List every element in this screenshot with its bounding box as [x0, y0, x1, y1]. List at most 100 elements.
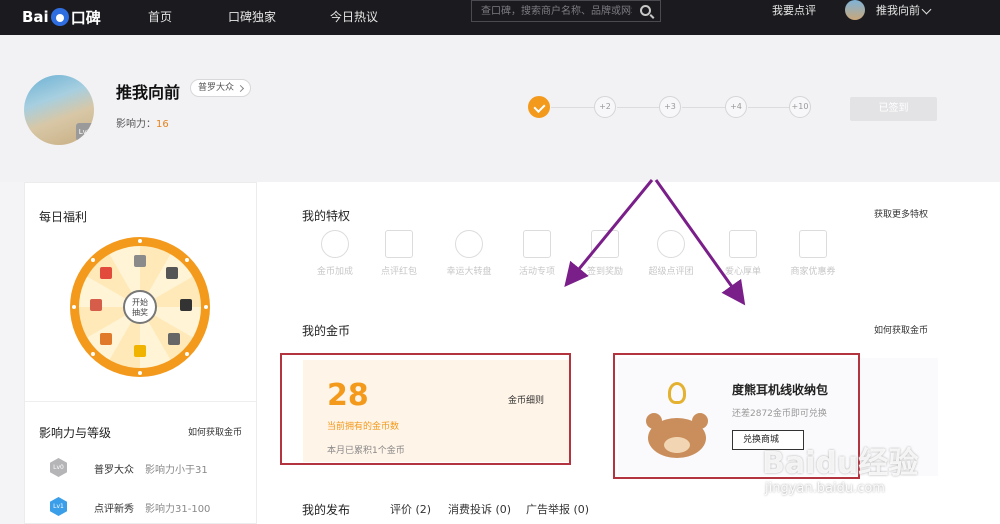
- start-draw-button[interactable]: 开始 抽奖: [123, 290, 157, 324]
- nav-hot[interactable]: 今日热议: [330, 0, 378, 35]
- diamond-icon: [523, 230, 551, 258]
- coupon-prize-icon: [90, 299, 102, 311]
- wheel-light: [138, 239, 142, 243]
- privilege-label: 金币加成: [316, 267, 353, 277]
- lucky-wheel-icon: [455, 230, 483, 258]
- step-connector: [748, 107, 792, 108]
- wheel-light: [91, 352, 95, 356]
- pub-ad-reports-tab[interactable]: 广告举报 (0): [526, 501, 589, 517]
- nav-exclusive[interactable]: 口碑独家: [228, 0, 276, 35]
- step-connector: [617, 107, 661, 108]
- paw-icon: [50, 8, 69, 26]
- level-desc: 影响力小于31: [145, 465, 208, 476]
- privilege-label: 点评红包: [380, 267, 417, 277]
- heart-list-icon: [729, 230, 757, 258]
- checkin-done-check-icon: [528, 96, 550, 118]
- left-sidebar: 每日福利 开始 抽奖 影响力与等级 如何获取金币 Lv0 普罗大众 影响力小于31…: [24, 182, 257, 524]
- baidu-koubei-logo[interactable]: Bai 口碑: [22, 4, 101, 30]
- how-to-get-coins-link[interactable]: 如何获取金币: [874, 323, 928, 336]
- privilege-label: 超级点评团: [648, 267, 694, 277]
- phone-prize-icon: [166, 267, 178, 279]
- how-to-get-coins-link[interactable]: 如何获取金币: [188, 425, 242, 438]
- coin-prize-icon: [134, 345, 146, 357]
- device-prize-icon: [180, 299, 192, 311]
- profile-avatar[interactable]: Lv0: [24, 75, 94, 145]
- coins-title: 我的金币: [302, 324, 351, 338]
- privilege-label: 商家优惠券: [790, 267, 836, 277]
- redpacket-prize-icon: [100, 267, 112, 279]
- more-privileges-link[interactable]: 获取更多特权: [874, 207, 928, 220]
- lottery-wheel[interactable]: 开始 抽奖: [70, 237, 210, 377]
- level-name: 点评新秀: [94, 504, 134, 515]
- privilege-item[interactable]: 爱心厚单: [713, 230, 773, 277]
- influence-level-title: 影响力与等级: [39, 426, 112, 440]
- privilege-label: 幸运大转盘: [446, 267, 492, 277]
- wheel-light: [185, 258, 189, 262]
- profile-name: 推我向前: [116, 83, 181, 102]
- level-hex-icon: Lv0: [50, 458, 67, 477]
- privilege-item[interactable]: 签到奖励: [575, 230, 635, 277]
- privilege-item[interactable]: 商家优惠券: [783, 230, 843, 277]
- checkin-step: +10: [789, 96, 811, 118]
- influence-text: 影响力：16: [116, 115, 169, 130]
- checkin-icon: [591, 230, 619, 258]
- level-hex-icon: Lv1: [50, 497, 67, 516]
- privilege-item[interactable]: 金币加成: [305, 230, 365, 277]
- level-row: Lv1 点评新秀 影响力31-100: [50, 497, 250, 517]
- red-envelope-icon: [385, 230, 413, 258]
- coin-card: 28 当前拥有的金币数 金币细则 本月已累积1个金币: [303, 360, 569, 462]
- coin-bonus-icon: [321, 230, 349, 258]
- wheel-light: [72, 305, 76, 309]
- step-connector: [551, 107, 595, 108]
- checkin-step: +4: [725, 96, 747, 118]
- coin-rules-link[interactable]: 金币细则: [508, 393, 544, 406]
- wheel-light: [91, 258, 95, 262]
- level-desc: 影响力31-100: [145, 504, 211, 515]
- nav-home[interactable]: 首页: [148, 0, 172, 35]
- daily-welfare-title: 每日福利: [39, 210, 88, 224]
- coin-count-label: 当前拥有的金币数: [327, 422, 400, 432]
- coin-count: 28: [327, 378, 369, 413]
- influence-label: 影响力：: [116, 119, 156, 130]
- logo-text: Bai: [22, 8, 49, 26]
- bear-snout: [664, 437, 690, 453]
- bear-keychain-image: [642, 382, 712, 462]
- pub-complaints-tab[interactable]: 消费投诉 (0): [448, 501, 511, 517]
- privilege-label: 爱心厚单: [724, 267, 761, 277]
- group-icon: [657, 230, 685, 258]
- privilege-item[interactable]: 超级点评团: [641, 230, 701, 277]
- search-box: [471, 0, 661, 22]
- gift-prize-icon: [100, 333, 112, 345]
- checkin-button[interactable]: 已签到: [850, 97, 937, 121]
- search-input[interactable]: [472, 1, 632, 21]
- coin-month-total: 本月已累积1个金币: [327, 446, 405, 456]
- gadget-prize-icon: [168, 333, 180, 345]
- write-review-link[interactable]: 我要点评: [772, 0, 816, 22]
- privilege-item[interactable]: 活动专项: [507, 230, 567, 277]
- wheel-light: [138, 371, 142, 375]
- start-draw-line: 开始: [132, 298, 148, 307]
- privilege-item[interactable]: 点评红包: [369, 230, 429, 277]
- wheel-light: [185, 352, 189, 356]
- privilege-item[interactable]: 幸运大转盘: [439, 230, 499, 277]
- influence-value: 16: [156, 119, 169, 130]
- chevron-down-icon[interactable]: [921, 4, 932, 15]
- watermark-url: jingyan.baidu.com: [765, 481, 885, 496]
- search-icon[interactable]: [640, 5, 651, 16]
- keyring-shape: [668, 382, 686, 404]
- level-badge[interactable]: 普罗大众: [190, 79, 252, 97]
- level-name: 普罗大众: [94, 465, 134, 476]
- nav-username[interactable]: 推我向前: [876, 0, 920, 22]
- privilege-label: 签到奖励: [586, 267, 623, 277]
- coupon-icon: [799, 230, 827, 258]
- top-nav: Bai 口碑 首页 口碑独家 今日热议 我要点评 推我向前: [0, 0, 1000, 35]
- divider: [25, 401, 256, 402]
- profile-header: Lv0 推我向前 普罗大众 影响力：16 +2 +3 +4 +10 已签到: [0, 35, 1000, 182]
- shop-item-title: 度熊耳机线收纳包: [732, 383, 829, 397]
- logo-suffix: 口碑: [70, 8, 101, 27]
- pub-reviews-tab[interactable]: 评价 (2): [390, 501, 431, 517]
- user-avatar[interactable]: [845, 0, 865, 20]
- start-draw-line: 抽奖: [132, 308, 148, 317]
- checkin-step: +2: [594, 96, 616, 118]
- wheel-light: [204, 305, 208, 309]
